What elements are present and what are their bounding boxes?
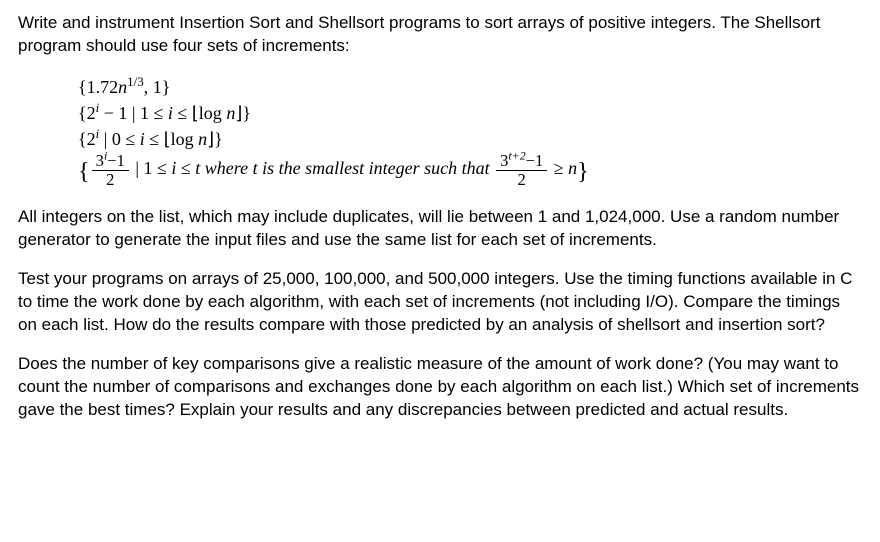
paragraph-2: All integers on the list, which may incl… — [18, 206, 862, 252]
paragraph-3: Test your programs on arrays of 25,000, … — [18, 268, 862, 337]
text: | 1 ≤ — [131, 158, 171, 178]
text: {2 — [78, 129, 96, 149]
text: where t is the smallest integer such tha… — [200, 158, 494, 178]
fraction-1: 3i−12 — [92, 152, 129, 188]
text: {1.72 — [78, 77, 118, 97]
denominator: 2 — [92, 171, 129, 188]
text: {2 — [78, 103, 96, 123]
denominator: 2 — [496, 171, 547, 188]
text: −1 — [107, 151, 125, 170]
exp-tplus2: t+2 — [508, 149, 525, 163]
brace-open: { — [78, 160, 90, 184]
formula-line-4: {3i−12 | 1 ≤ i ≤ t where t is the smalle… — [78, 152, 862, 188]
text: ≤ — [176, 158, 195, 178]
text: ≥ — [549, 158, 568, 178]
text: − 1 | 1 ≤ — [99, 103, 168, 123]
text: ⌋} — [235, 103, 251, 123]
formula-line-3: {2i | 0 ≤ i ≤ ⌊log n⌋} — [78, 126, 862, 152]
var-n: n — [568, 158, 577, 178]
text: | 0 ≤ — [99, 129, 139, 149]
text: ⌋} — [207, 129, 223, 149]
brace-close: } — [577, 160, 589, 184]
var-n: n — [118, 77, 127, 97]
var-n: n — [198, 129, 207, 149]
text: 3 — [96, 151, 104, 170]
formula-block: {1.72n1/3, 1} {2i − 1 | 1 ≤ i ≤ ⌊log n⌋}… — [78, 74, 862, 188]
exp-onethird: 1/3 — [127, 74, 144, 89]
fraction-2: 3t+2−12 — [496, 152, 547, 188]
paragraph-4: Does the number of key comparisons give … — [18, 353, 862, 422]
var-n: n — [226, 103, 235, 123]
paragraph-1: Write and instrument Insertion Sort and … — [18, 12, 862, 58]
text: , 1} — [144, 77, 171, 97]
text: ≤ ⌊log — [173, 103, 226, 123]
formula-line-2: {2i − 1 | 1 ≤ i ≤ ⌊log n⌋} — [78, 100, 862, 126]
formula-line-1: {1.72n1/3, 1} — [78, 74, 862, 100]
text: −1 — [526, 151, 544, 170]
text: ≤ ⌊log — [145, 129, 198, 149]
